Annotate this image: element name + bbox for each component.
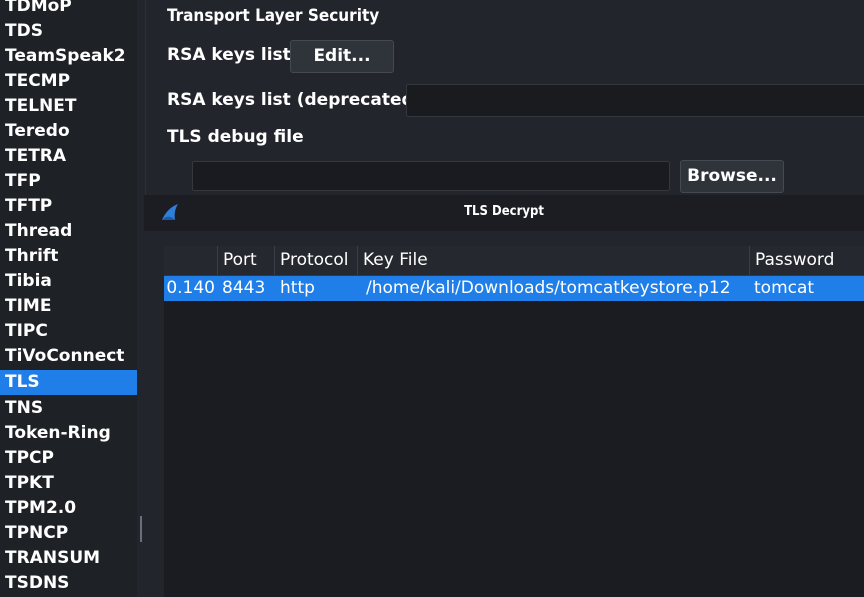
column-header-port[interactable]: Port [218,246,275,275]
cell-key-file[interactable]: /home/kali/Downloads/tomcatkeystore.p12 [366,276,752,301]
sidebar-splitter-handle[interactable] [140,516,142,542]
protocol-item-tpm2[interactable]: TPM2.0 [0,496,137,521]
section-title: Transport Layer Security [167,6,380,26]
protocol-item-token-ring[interactable]: Token-Ring [0,421,137,446]
tls-debug-file-label: TLS debug file [167,127,304,147]
protocol-item-teamspeak2[interactable]: TeamSpeak2 [0,44,137,69]
protocol-item-teredo[interactable]: Teredo [0,119,137,144]
rsa-keys-label: RSA keys list [167,45,291,65]
protocol-item-tpkt[interactable]: TPKT [0,471,137,496]
edit-rsa-keys-button[interactable]: Edit... [290,40,394,73]
protocol-item-tecmp[interactable]: TECMP [0,69,137,94]
column-header-password[interactable]: Password [750,246,864,275]
rsa-keys-deprecated-label: RSA keys list (deprecated) [167,90,422,110]
dialog-title: TLS Decrypt [464,204,544,219]
protocol-item-tpncp[interactable]: TPNCP [0,521,137,546]
protocol-item-tls[interactable]: TLS [0,370,137,395]
cell-port[interactable]: 8443 [222,276,275,301]
protocol-item-tpcp[interactable]: TPCP [0,446,137,471]
table-row[interactable]: 0.140 8443 http /home/kali/Downloads/tom… [164,276,864,301]
cell-protocol[interactable]: http [280,276,358,301]
tls-preferences-pane: Transport Layer Security RSA keys list E… [146,0,864,195]
column-header-protocol[interactable]: Protocol [275,246,358,275]
cell-password[interactable]: tomcat [754,276,864,301]
protocol-item-transum[interactable]: TRANSUM [0,546,137,571]
protocol-item-thrift[interactable]: Thrift [0,244,137,269]
protocol-item-tds[interactable]: TDS [0,19,137,44]
cell-ip[interactable]: 0.140 [164,276,218,301]
protocol-item-tdmop[interactable]: TDMoP [0,0,137,19]
protocol-item-tetra[interactable]: TETRA [0,144,137,169]
rsa-keys-deprecated-field[interactable] [406,84,864,117]
protocol-item-tfp[interactable]: TFP [0,169,137,194]
protocol-item-tivoconnect[interactable]: TiVoConnect [0,344,137,369]
protocol-item-tns[interactable]: TNS [0,396,137,421]
tls-decrypt-dialog: TLS Decrypt Port Protocol Key File Passw… [144,195,864,597]
decrypt-keys-table[interactable]: Port Protocol Key File Password 0.140 84… [164,246,864,597]
column-header-key-file[interactable]: Key File [358,246,750,275]
tls-debug-file-field[interactable] [192,161,670,191]
protocol-item-time[interactable]: TIME [0,294,137,319]
protocol-item-telnet[interactable]: TELNET [0,94,137,119]
dialog-titlebar[interactable]: TLS Decrypt [144,195,864,231]
protocol-item-tibia[interactable]: Tibia [0,269,137,294]
protocol-item-tipc[interactable]: TIPC [0,319,137,344]
protocol-item-tftp[interactable]: TFTP [0,194,137,219]
table-header: Port Protocol Key File Password [164,246,864,276]
browse-button[interactable]: Browse... [680,160,784,193]
protocol-list[interactable]: TDMoP TDS TeamSpeak2 TECMP TELNET Teredo… [0,0,137,597]
protocol-item-tsdns[interactable]: TSDNS [0,571,137,596]
protocol-item-thread[interactable]: Thread [0,219,137,244]
column-header-ip[interactable] [164,246,218,275]
